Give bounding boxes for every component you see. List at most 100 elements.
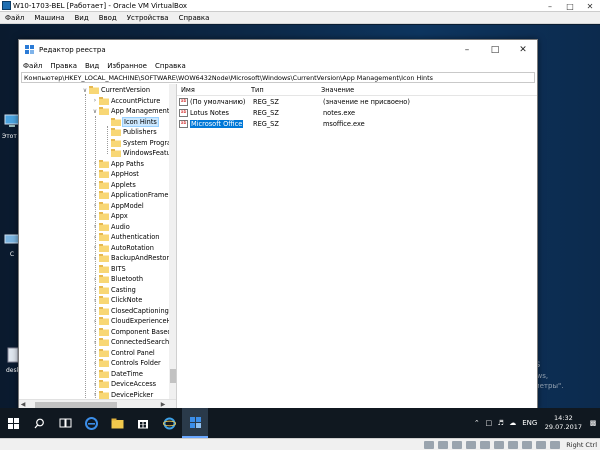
column-header-type[interactable]: Тип bbox=[247, 86, 317, 94]
tree-node[interactable]: WindowsFeatu bbox=[103, 148, 169, 159]
chevron-right-icon[interactable]: › bbox=[91, 202, 99, 209]
tree-node[interactable]: › AppModel bbox=[91, 201, 144, 212]
taskbar-ie-button[interactable] bbox=[156, 408, 182, 438]
tree-node[interactable]: › App Paths bbox=[91, 159, 144, 170]
tree-node[interactable]: BITS bbox=[91, 264, 126, 275]
chevron-right-icon[interactable]: › bbox=[91, 97, 99, 104]
tree-node[interactable]: Icon Hints bbox=[103, 116, 159, 128]
column-header-data[interactable]: Значение bbox=[317, 86, 537, 94]
tree-node[interactable]: › Audio bbox=[91, 222, 130, 233]
chevron-right-icon[interactable]: › bbox=[91, 339, 99, 346]
hard-disk-icon[interactable] bbox=[424, 440, 435, 449]
tree-node[interactable]: Publishers bbox=[103, 127, 157, 138]
chevron-right-icon[interactable]: › bbox=[91, 223, 99, 230]
taskbar-store-button[interactable] bbox=[130, 408, 156, 438]
tree-node[interactable]: › ClosedCaptioning bbox=[91, 306, 169, 317]
tree-node[interactable]: › BackupAndRestor bbox=[91, 253, 169, 264]
chevron-right-icon[interactable]: › bbox=[91, 349, 99, 356]
vbox-menu-input[interactable]: Ввод bbox=[94, 14, 122, 22]
tree-node[interactable]: › ApplicationFrame bbox=[91, 190, 168, 201]
chevron-right-icon[interactable]: › bbox=[91, 276, 99, 283]
search-button[interactable] bbox=[26, 408, 52, 438]
tree-node[interactable]: › CloudExperienceH bbox=[91, 316, 169, 327]
chevron-down-icon[interactable]: ∨ bbox=[91, 108, 99, 115]
tree-node[interactable]: › Authentication bbox=[91, 232, 159, 243]
chevron-right-icon[interactable]: › bbox=[91, 234, 99, 241]
regedit-menu-view[interactable]: Вид bbox=[81, 62, 103, 70]
chevron-right-icon[interactable]: › bbox=[91, 391, 99, 398]
tree-node[interactable]: System Progra bbox=[103, 138, 169, 149]
tree-node[interactable]: › Controls Folder bbox=[91, 358, 161, 369]
regedit-menu-help[interactable]: Справка bbox=[151, 62, 190, 70]
regedit-menu-file[interactable]: Файл bbox=[19, 62, 46, 70]
chevron-right-icon[interactable]: › bbox=[91, 244, 99, 251]
taskbar-edge-button[interactable] bbox=[78, 408, 104, 438]
vbox-menu-view[interactable]: Вид bbox=[70, 14, 94, 22]
tree-node[interactable]: › Component Based bbox=[91, 327, 169, 338]
chevron-right-icon[interactable]: › bbox=[91, 370, 99, 377]
chevron-right-icon[interactable]: › bbox=[91, 160, 99, 167]
start-button[interactable] bbox=[0, 408, 26, 438]
clock[interactable]: 14:32 29.07.2017 bbox=[541, 414, 586, 432]
network-adapter-icon[interactable] bbox=[466, 440, 477, 449]
network-icon[interactable]: □ bbox=[483, 408, 495, 438]
chevron-right-icon[interactable]: › bbox=[91, 255, 99, 262]
vbox-menu-help[interactable]: Справка bbox=[174, 14, 215, 22]
tree-node[interactable]: › Appx bbox=[91, 211, 128, 222]
tree-node[interactable]: › ConnectedSearch bbox=[91, 337, 169, 348]
chevron-right-icon[interactable]: › bbox=[91, 360, 99, 367]
value-row[interactable]: ab (По умолчанию) REG_SZ (значение не присв… bbox=[177, 96, 537, 107]
column-header-name[interactable]: Имя bbox=[177, 86, 247, 94]
tree-node[interactable]: ∨ CurrentVersion bbox=[81, 85, 150, 96]
tree-node[interactable]: › Control Panel bbox=[91, 348, 155, 359]
chevron-right-icon[interactable]: › bbox=[91, 286, 99, 293]
chevron-right-icon[interactable]: › bbox=[91, 171, 99, 178]
regedit-minimize-button[interactable]: – bbox=[453, 40, 481, 60]
shared-folders-icon[interactable] bbox=[494, 440, 505, 449]
regedit-menu-favorites[interactable]: Избранное bbox=[103, 62, 151, 70]
vbox-close-button[interactable]: ✕ bbox=[580, 0, 600, 12]
usb-icon[interactable] bbox=[480, 440, 491, 449]
address-bar[interactable]: Компьютер\HKEY_LOCAL_MACHINE\SOFTWARE\WO… bbox=[21, 72, 535, 83]
onedrive-icon[interactable]: ☁ bbox=[507, 408, 519, 438]
chevron-down-icon[interactable]: ∨ bbox=[81, 87, 89, 94]
regedit-maximize-button[interactable]: □ bbox=[481, 40, 509, 60]
chevron-right-icon[interactable]: › bbox=[91, 307, 99, 314]
taskbar-regedit-button[interactable] bbox=[182, 408, 208, 438]
video-capture-icon[interactable] bbox=[522, 440, 533, 449]
cpu-icon[interactable] bbox=[536, 440, 547, 449]
chevron-right-icon[interactable]: › bbox=[91, 381, 99, 388]
chevron-right-icon[interactable]: › bbox=[91, 297, 99, 304]
value-row[interactable]: ab Lotus Notes REG_SZ notes.exe bbox=[177, 107, 537, 118]
audio-icon[interactable] bbox=[452, 440, 463, 449]
tree-node[interactable]: › AutoRotation bbox=[91, 243, 154, 254]
vbox-minimize-button[interactable]: – bbox=[540, 0, 560, 12]
task-view-button[interactable] bbox=[52, 408, 78, 438]
display-icon[interactable] bbox=[508, 440, 519, 449]
volume-icon[interactable]: ♬ bbox=[495, 408, 507, 438]
tree-node[interactable]: › ClickNote bbox=[91, 295, 142, 306]
tree-node[interactable]: › Casting bbox=[91, 285, 136, 296]
mouse-integration-icon[interactable] bbox=[550, 440, 561, 449]
language-indicator[interactable]: ENG bbox=[519, 408, 541, 438]
optical-drive-icon[interactable] bbox=[438, 440, 449, 449]
chevron-right-icon[interactable]: › bbox=[91, 328, 99, 335]
tree-node[interactable]: › Applets bbox=[91, 180, 136, 191]
regedit-menu-edit[interactable]: Правка bbox=[46, 62, 81, 70]
chevron-right-icon[interactable]: › bbox=[91, 181, 99, 188]
tree-vertical-scrollbar[interactable] bbox=[169, 84, 176, 399]
tree-vscroll-thumb[interactable] bbox=[170, 369, 176, 383]
chevron-right-icon[interactable]: › bbox=[91, 213, 99, 220]
vbox-menu-devices[interactable]: Устройства bbox=[122, 14, 174, 22]
tree-node[interactable]: › Bluetooth bbox=[91, 274, 143, 285]
tree-node[interactable]: › AppHost bbox=[91, 169, 139, 180]
regedit-close-button[interactable]: ✕ bbox=[509, 40, 537, 60]
vbox-menu-machine[interactable]: Машина bbox=[29, 14, 69, 22]
tree-node[interactable]: › AccountPicture bbox=[91, 96, 160, 107]
value-row[interactable]: ab Microsoft Office REG_SZ msoffice.exe bbox=[177, 118, 537, 129]
tree-node[interactable]: › DateTime bbox=[91, 369, 143, 380]
tray-chevron-up-icon[interactable]: ⌃ bbox=[471, 408, 483, 438]
vbox-maximize-button[interactable]: □ bbox=[560, 0, 580, 12]
chevron-right-icon[interactable]: › bbox=[91, 318, 99, 325]
taskbar-explorer-button[interactable] bbox=[104, 408, 130, 438]
